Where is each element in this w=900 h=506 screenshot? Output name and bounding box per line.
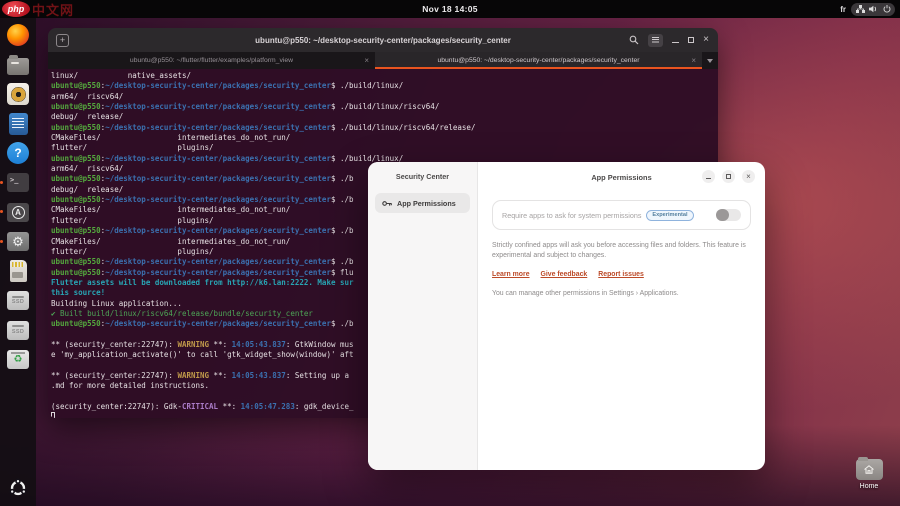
minimize-button[interactable] <box>702 170 715 183</box>
ssd-drive-icon: SSD <box>7 321 29 340</box>
top-bar: php 中文网 Nov 18 14:05 fr <box>0 0 900 18</box>
running-indicator <box>0 240 3 243</box>
files-icon <box>7 58 29 75</box>
close-icon[interactable]: × <box>703 35 709 45</box>
maximize-icon[interactable] <box>688 37 694 43</box>
tab-close-icon[interactable]: × <box>691 56 696 65</box>
hamburger-menu-button[interactable] <box>648 34 663 47</box>
tab-label: ubuntu@p550: ~/desktop-security-center/p… <box>437 57 639 64</box>
footnote-text: You can manage other permissions in Sett… <box>492 290 679 297</box>
link-learn-more[interactable]: Learn more <box>492 271 530 278</box>
terminal-line: debug/ release/ <box>51 112 718 122</box>
security-center-window: Security Center App Permissions App Perm… <box>368 162 765 470</box>
clock[interactable]: Nov 18 14:05 <box>422 4 478 14</box>
sidebar-item-app-permissions[interactable]: App Permissions <box>375 193 470 213</box>
terminal-cursor <box>51 412 55 418</box>
links-row: Learn more Give feedback Report issues <box>492 271 644 278</box>
tab-label: ubuntu@p550: ~/flutter/flutter/examples/… <box>130 57 293 64</box>
tab-close-icon[interactable]: × <box>364 56 369 65</box>
dock: ? >_ A ⚙ SSD SSD ♻ <box>0 18 36 506</box>
sidebar-item-label: App Permissions <box>397 199 456 208</box>
terminal-line: ubuntu@p550:~/desktop-security-center/pa… <box>51 102 718 112</box>
desktop-home-shortcut[interactable]: Home <box>849 459 889 490</box>
terminal-tab[interactable]: ubuntu@p550: ~/desktop-security-center/p… <box>375 52 702 69</box>
terminal-line: ubuntu@p550:~/desktop-security-center/pa… <box>51 123 718 133</box>
power-icon <box>883 5 891 13</box>
dock-item-show-apps[interactable] <box>5 476 31 500</box>
link-give-feedback[interactable]: Give feedback <box>541 271 588 278</box>
experimental-badge: Experimental <box>646 210 693 221</box>
ubuntu-logo-icon <box>8 478 28 498</box>
terminal-titlebar[interactable]: + ubuntu@p550: ~/desktop-security-center… <box>48 28 718 52</box>
dock-item-settings[interactable]: ⚙ <box>5 230 31 254</box>
trash-icon: ♻ <box>7 350 29 369</box>
gear-icon: ⚙ <box>7 232 29 251</box>
toggle-knob <box>716 209 729 222</box>
dock-item-libreoffice-writer[interactable] <box>5 112 31 136</box>
permissions-toggle[interactable] <box>716 209 741 222</box>
terminal-line: ubuntu@p550:~/desktop-security-center/pa… <box>51 81 718 91</box>
close-icon: × <box>746 173 751 181</box>
chevron-down-icon <box>707 59 713 63</box>
description-text: Strictly confined apps will ask you befo… <box>492 241 758 262</box>
dock-item-disk-ssd-1[interactable]: SSD <box>5 289 31 313</box>
new-tab-button[interactable]: + <box>56 34 69 47</box>
terminal-icon: >_ <box>7 173 29 192</box>
terminal-title: ubuntu@p550: ~/desktop-security-center/p… <box>255 36 511 45</box>
minimize-icon[interactable] <box>672 42 679 43</box>
network-icon <box>856 5 865 13</box>
app-center-icon: A <box>7 203 29 222</box>
sd-card-icon <box>10 260 27 282</box>
tab-list-dropdown[interactable] <box>702 52 718 69</box>
maximize-icon <box>726 174 731 179</box>
minimize-icon <box>706 178 711 179</box>
terminal-tab[interactable]: ubuntu@p550: ~/flutter/flutter/examples/… <box>48 52 375 69</box>
dock-item-terminal[interactable]: >_ <box>5 171 31 195</box>
house-icon <box>863 464 875 475</box>
home-label: Home <box>849 483 889 490</box>
search-icon[interactable] <box>629 35 639 45</box>
dock-item-help[interactable]: ? <box>5 141 31 165</box>
terminal-line: CMakeFiles/ intermediates_do_not_run/ <box>51 133 718 143</box>
terminal-line: linux/ native_assets/ <box>51 71 718 81</box>
terminal-line: flutter/ plugins/ <box>51 143 718 153</box>
terminal-tab-bar: ubuntu@p550: ~/flutter/flutter/examples/… <box>48 52 718 69</box>
dock-item-trash[interactable]: ♻ <box>5 348 31 372</box>
volume-icon <box>869 5 878 13</box>
close-button[interactable]: × <box>742 170 755 183</box>
dock-item-rhythmbox[interactable] <box>5 82 31 106</box>
dock-item-firefox[interactable] <box>5 23 31 47</box>
running-indicator <box>0 181 3 184</box>
terminal-line: arm64/ riscv64/ <box>51 92 718 102</box>
setting-label: Require apps to ask for system permissio… <box>502 211 641 220</box>
ssd-drive-icon: SSD <box>7 291 29 310</box>
watermark-text: 中文网 <box>32 0 74 19</box>
permission-setting-card: Require apps to ask for system permissio… <box>492 200 751 230</box>
hamburger-icon <box>652 37 659 42</box>
sidebar-title: Security Center <box>368 172 477 181</box>
home-folder-icon <box>856 459 883 480</box>
key-icon <box>382 200 392 207</box>
rhythmbox-icon <box>7 83 29 105</box>
maximize-button[interactable] <box>722 170 735 183</box>
security-center-sidebar: Security Center App Permissions <box>368 162 478 470</box>
libreoffice-writer-icon <box>9 113 28 135</box>
watermark: php 中文网 <box>2 0 74 18</box>
dock-item-app-center[interactable]: A <box>5 200 31 224</box>
link-report-issues[interactable]: Report issues <box>598 271 644 278</box>
security-center-main: App Permissions × Require apps to ask fo… <box>478 162 765 470</box>
running-indicator <box>0 210 3 213</box>
help-icon: ? <box>7 142 29 164</box>
dock-item-disk-ssd-2[interactable]: SSD <box>5 318 31 342</box>
dock-item-sd-card[interactable] <box>5 259 31 283</box>
system-tray[interactable] <box>851 3 895 16</box>
dock-item-files[interactable] <box>5 53 31 77</box>
window-controls: × <box>702 170 755 183</box>
firefox-icon <box>7 24 29 46</box>
php-logo-icon: php <box>2 1 30 17</box>
keyboard-layout-indicator[interactable]: fr <box>840 5 846 14</box>
